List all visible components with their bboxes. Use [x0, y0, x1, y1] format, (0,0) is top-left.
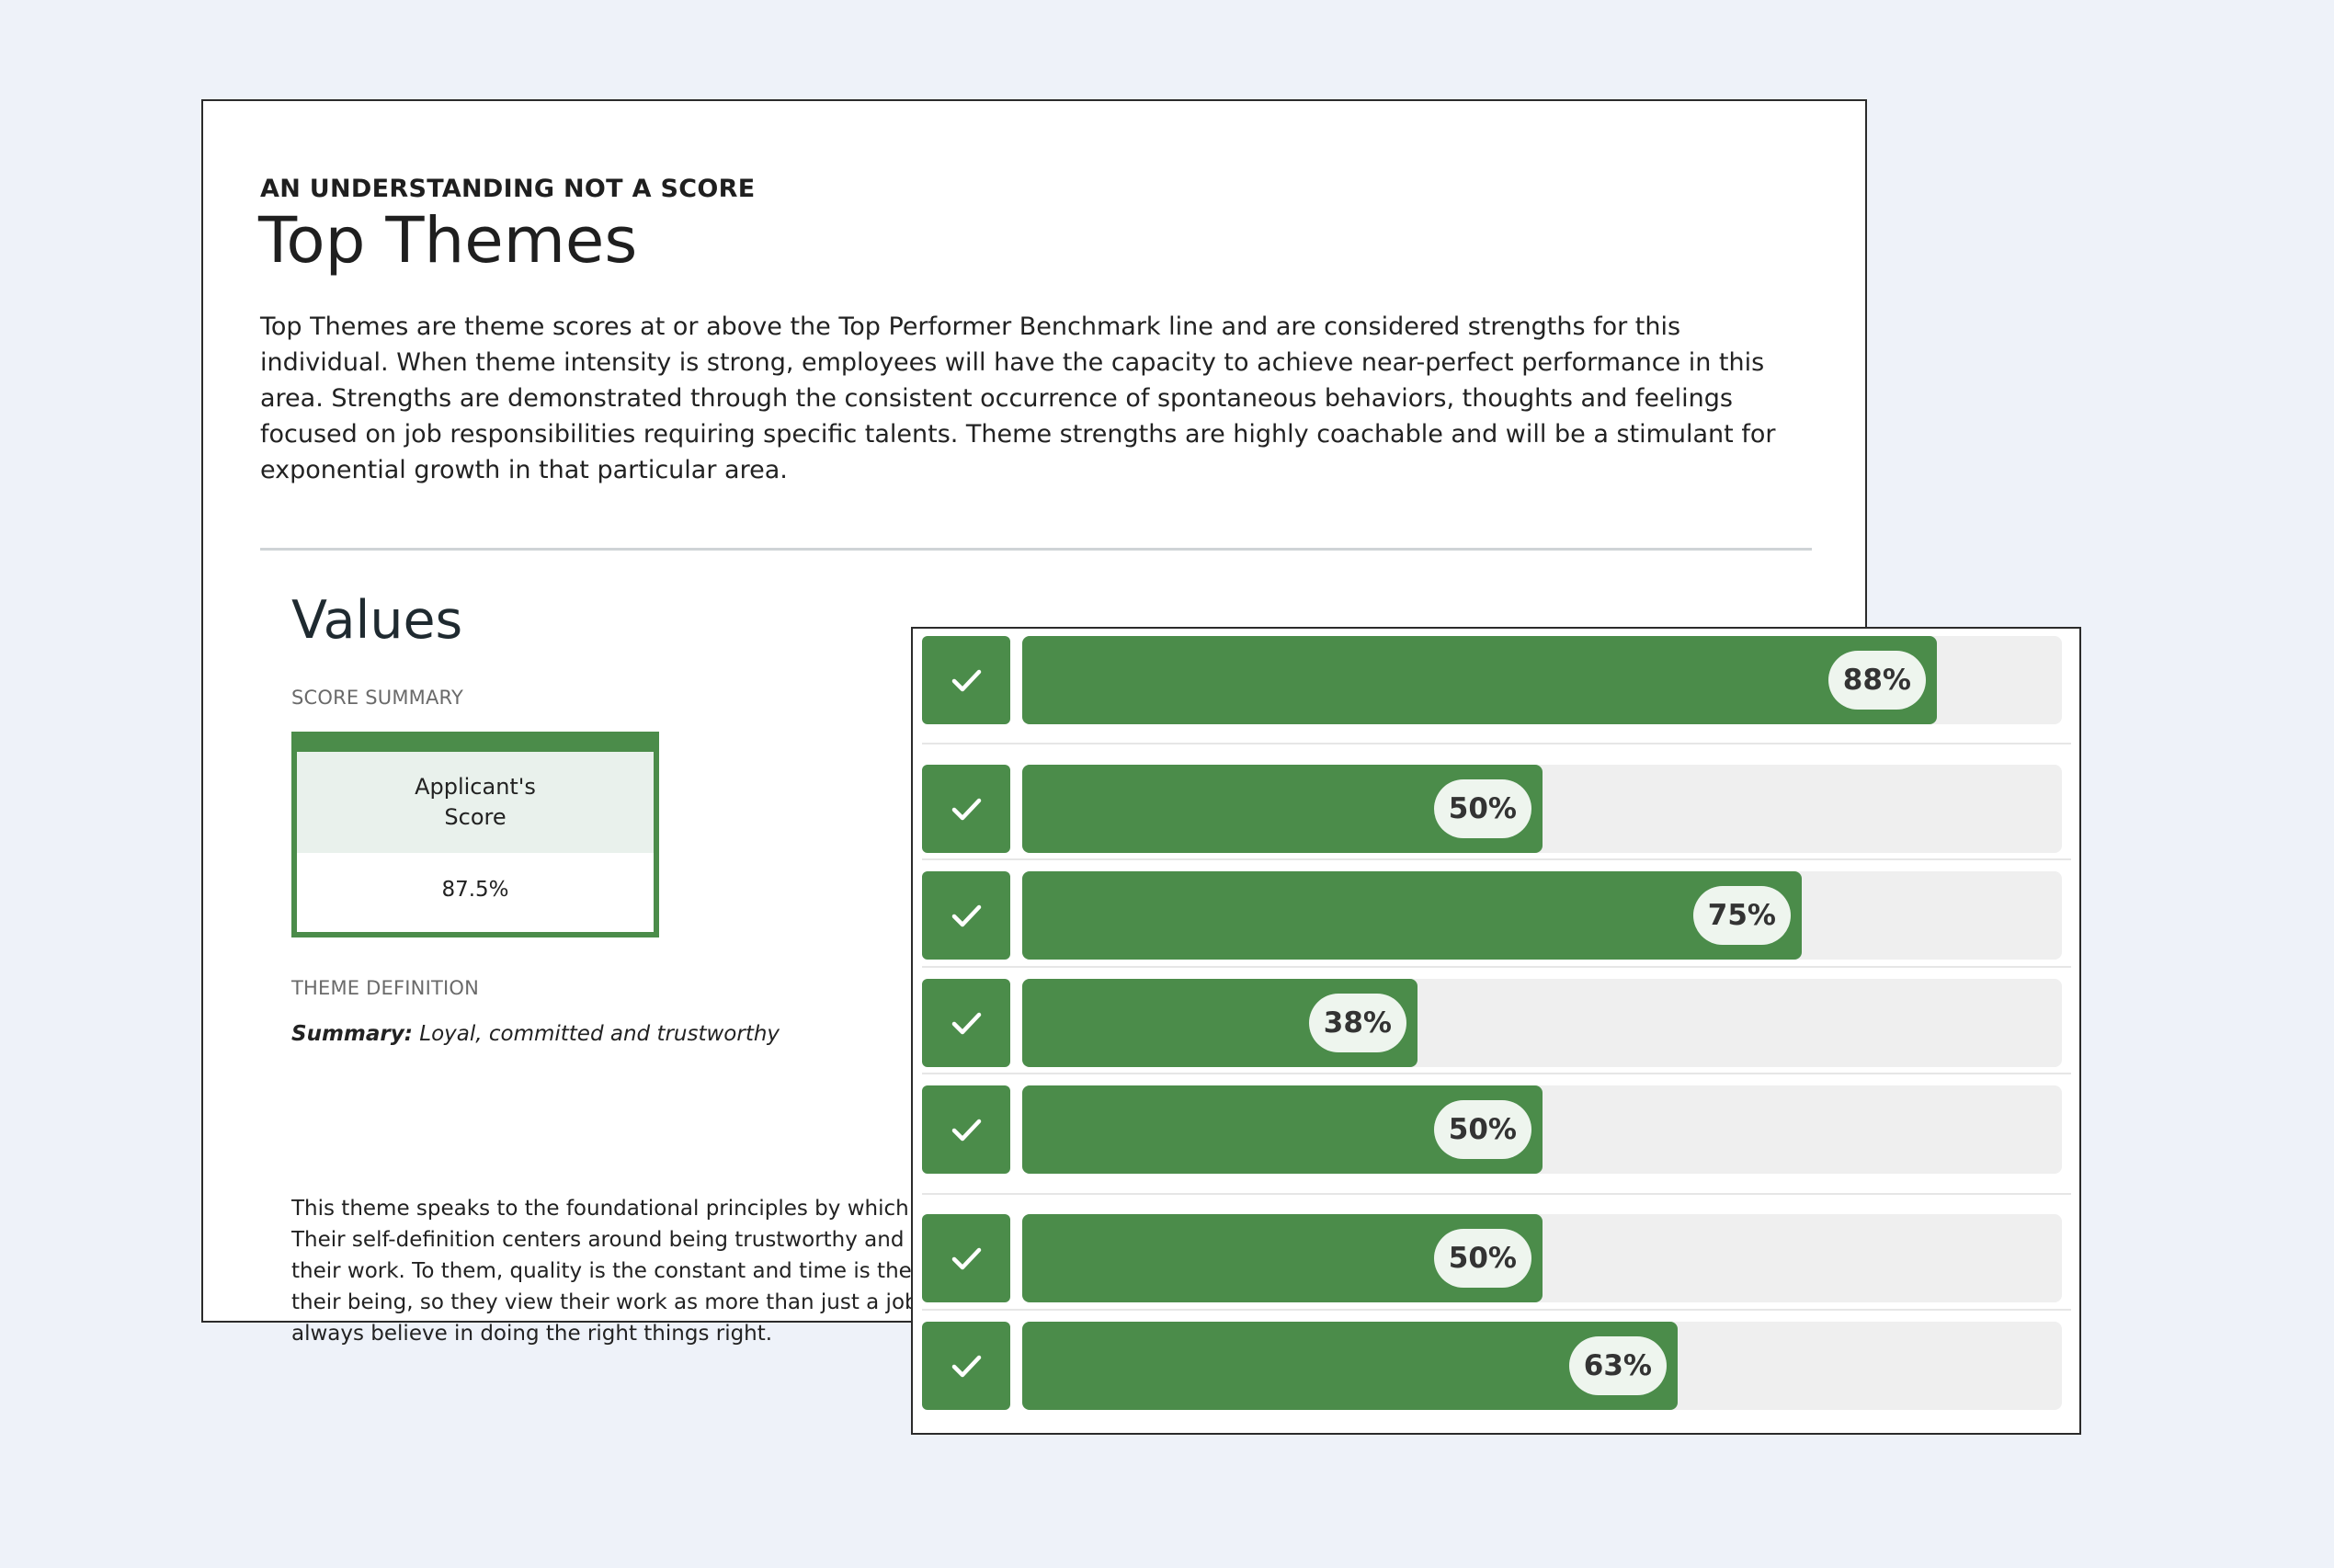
score-bar-fill: 50% — [1022, 1085, 1543, 1174]
definition-line: always believe in doing the right things… — [291, 1322, 773, 1346]
check-icon — [922, 1214, 1010, 1302]
intro-paragraph: Top Themes are theme scores at or above … — [260, 312, 1776, 484]
score-box-header: Applicant's Score — [297, 752, 654, 853]
check-icon — [922, 1322, 1010, 1410]
page-title: Top Themes — [258, 204, 638, 278]
definition-line: This theme speaks to the foundational pr… — [291, 1197, 917, 1221]
check-icon — [922, 979, 1010, 1067]
score-percent-label: 38% — [1308, 994, 1406, 1052]
check-icon — [922, 765, 1010, 853]
score-bar-track: 38% — [1022, 979, 2062, 1067]
score-percent-label: 63% — [1568, 1336, 1667, 1395]
score-bar-track: 88% — [1022, 636, 2062, 724]
score-bar-track: 75% — [1022, 871, 2062, 960]
score-percent-label: 75% — [1692, 886, 1791, 945]
score-box-header-text: Applicant's Score — [415, 774, 536, 830]
score-bar-track: 50% — [1022, 1085, 2062, 1174]
summary-line: Summary: Loyal, committed and trustworth… — [291, 1022, 780, 1046]
score-bar-track: 50% — [1022, 765, 2062, 853]
score-percent-label: 50% — [1433, 779, 1531, 838]
theme-definition-body: This theme speaks to the foundational pr… — [291, 1193, 917, 1349]
row-divider — [922, 743, 2071, 744]
definition-line: their being, so they view their work as … — [291, 1290, 917, 1314]
section-title: Values — [291, 590, 463, 651]
theme-bar-row: 50% — [922, 765, 2071, 853]
section-divider — [260, 548, 1812, 551]
row-divider — [922, 1309, 2071, 1311]
score-bar-fill: 38% — [1022, 979, 1417, 1067]
row-divider — [922, 1193, 2071, 1195]
score-percent-label: 50% — [1433, 1229, 1531, 1288]
score-percent-label: 50% — [1433, 1100, 1531, 1159]
score-summary-label: SCORE SUMMARY — [291, 687, 464, 709]
row-divider — [922, 1073, 2071, 1074]
theme-bar-row: 50% — [922, 1214, 2071, 1302]
score-bar-fill: 50% — [1022, 1214, 1543, 1302]
check-icon — [922, 1085, 1010, 1174]
score-bar-fill: 63% — [1022, 1322, 1678, 1410]
score-bar-fill: 50% — [1022, 765, 1543, 853]
theme-bar-row: 75% — [922, 871, 2071, 960]
theme-bar-row: 63% — [922, 1322, 2071, 1410]
check-icon — [922, 871, 1010, 960]
theme-bar-row: 88% — [922, 636, 2071, 724]
definition-line: Their self-definition centers around bei… — [291, 1228, 917, 1252]
row-divider — [922, 966, 2071, 968]
theme-bars-panel: 88% 50% 75% 38% 50% 50% 63% — [911, 627, 2081, 1435]
summary-text: Loyal, committed and trustworthy — [412, 1022, 780, 1046]
score-percent-label: 88% — [1827, 651, 1926, 710]
score-summary-box: Applicant's Score 87.5% — [291, 732, 659, 937]
score-bar-track: 50% — [1022, 1214, 2062, 1302]
theme-bar-row: 38% — [922, 979, 2071, 1067]
definition-line: their work. To them, quality is the cons… — [291, 1259, 917, 1283]
row-divider — [922, 858, 2071, 860]
eyebrow-heading: AN UNDERSTANDING NOT A SCORE — [260, 175, 756, 203]
summary-label: Summary: — [291, 1022, 413, 1046]
applicant-score-value: 87.5% — [441, 878, 509, 902]
check-icon — [922, 636, 1010, 724]
score-bar-track: 63% — [1022, 1322, 2062, 1410]
theme-bar-row: 50% — [922, 1085, 2071, 1174]
score-bar-fill: 75% — [1022, 871, 1802, 960]
theme-definition-label: THEME DEFINITION — [291, 977, 480, 999]
score-bar-fill: 88% — [1022, 636, 1937, 724]
